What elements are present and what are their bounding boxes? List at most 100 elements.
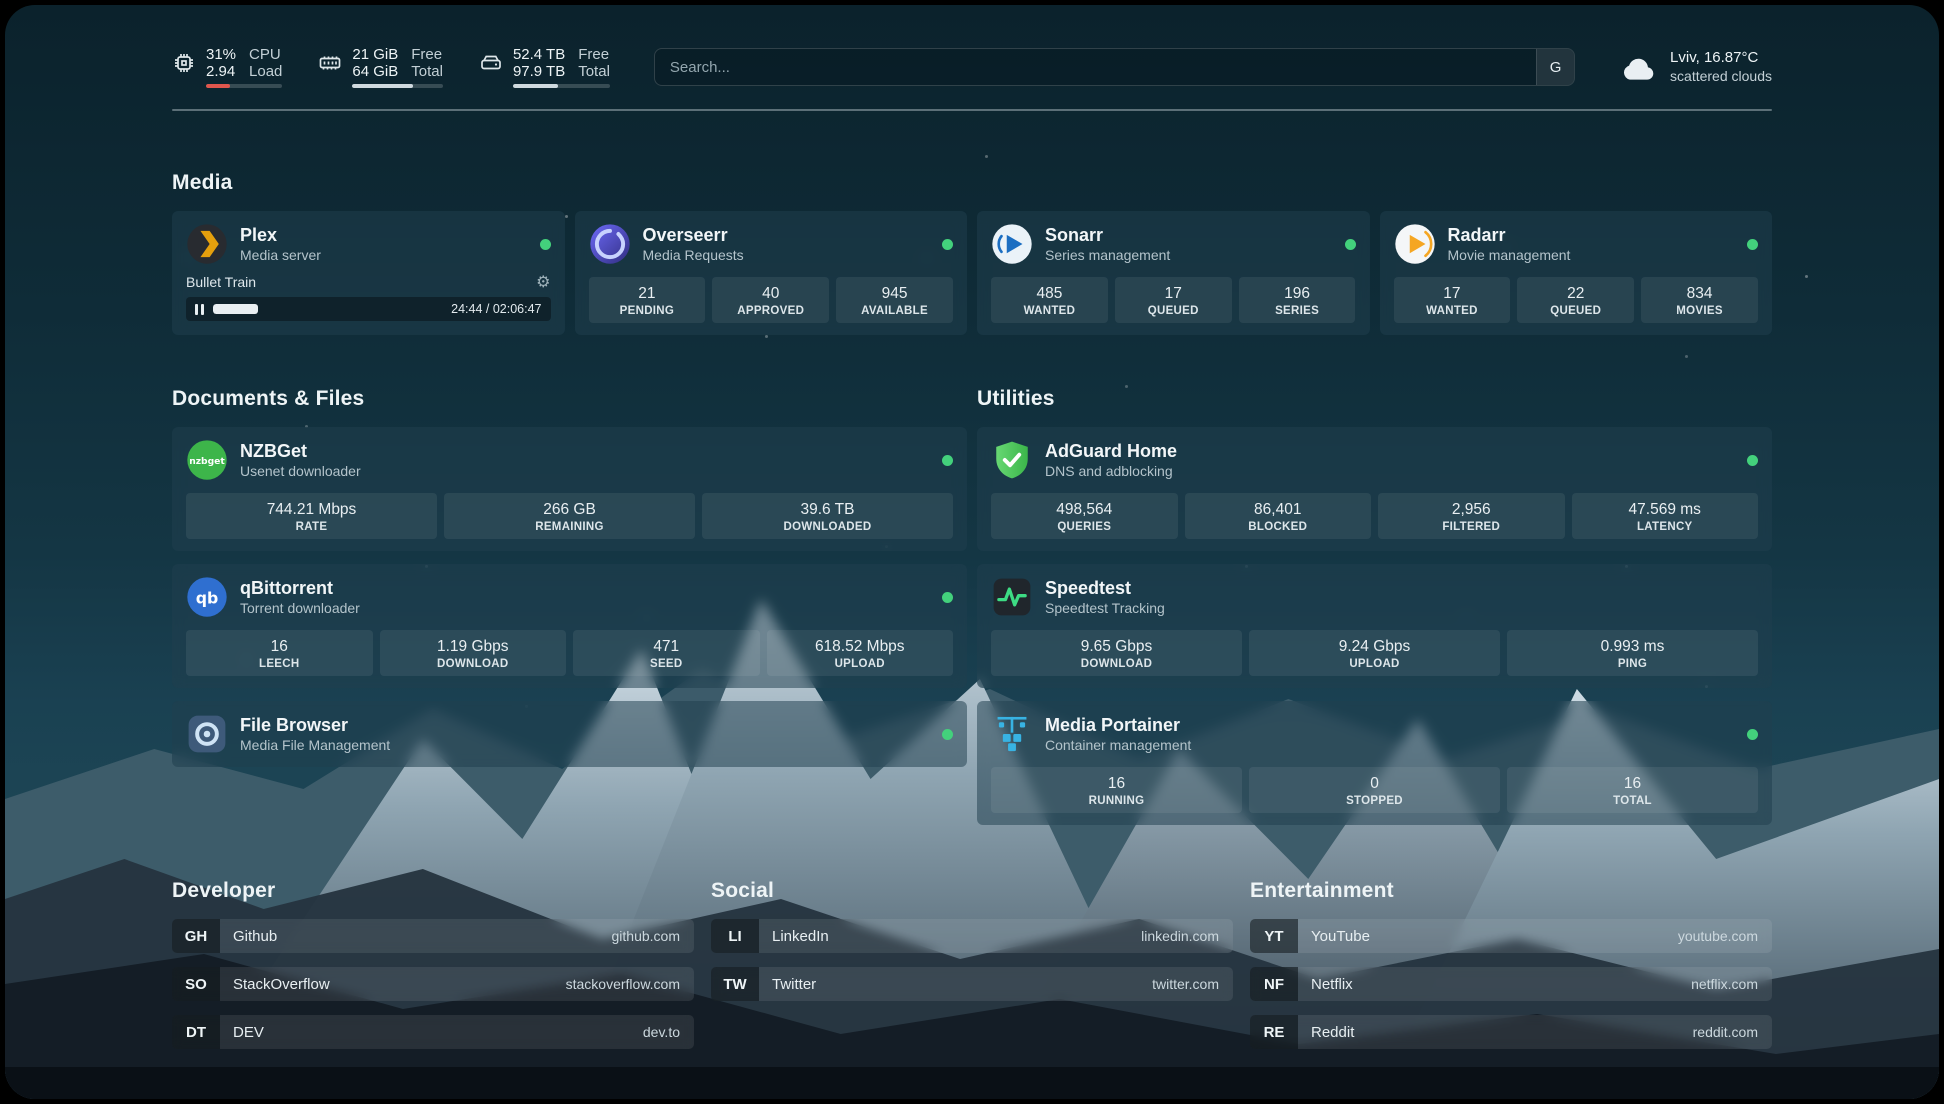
stat-leech: 16 LEECH bbox=[186, 630, 373, 676]
disk-icon bbox=[479, 51, 503, 75]
status-dot bbox=[942, 239, 953, 250]
cpu-widget: 31% CPU 2.94 Load bbox=[172, 46, 282, 88]
service-card-portainer[interactable]: Media Portainer Container management 16 … bbox=[977, 701, 1772, 825]
status-dot bbox=[1747, 729, 1758, 740]
disk-progress-bar bbox=[513, 84, 610, 88]
service-card-filebrowser[interactable]: File Browser Media File Management bbox=[172, 701, 967, 767]
now-playing-progress[interactable]: 24:44 / 02:06:47 bbox=[186, 297, 551, 321]
disk-widget: 52.4 TB Free 97.9 TB Total bbox=[479, 46, 610, 88]
service-card-adguard[interactable]: AdGuard Home DNS and adblocking 498,564 … bbox=[977, 427, 1772, 551]
section-title-documents: Documents & Files bbox=[172, 387, 967, 411]
service-name: Speedtest bbox=[1045, 577, 1165, 599]
bookmark-name: YouTube bbox=[1298, 919, 1370, 953]
section-title-media: Media bbox=[172, 171, 1772, 195]
disk-total-value: 97.9 TB bbox=[513, 63, 565, 80]
section-title-social: Social bbox=[711, 879, 1233, 903]
bookmark-url: stackoverflow.com bbox=[566, 967, 694, 1001]
plex-icon bbox=[186, 223, 228, 265]
svg-text:qb: qb bbox=[196, 589, 219, 608]
bookmark-abbr: SO bbox=[172, 967, 220, 1001]
stat-movies: 834 MOVIES bbox=[1641, 277, 1758, 323]
stat-upload: 618.52 Mbps UPLOAD bbox=[767, 630, 954, 676]
cpu-load-label: Load bbox=[249, 63, 282, 80]
service-subtitle: Torrent downloader bbox=[240, 599, 360, 617]
section-utilities: Utilities AdGuard Home DNS and adblockin… bbox=[977, 387, 1772, 825]
memory-free-label: Free bbox=[411, 46, 443, 63]
stat-approved: 40 APPROVED bbox=[712, 277, 829, 323]
bookmark-dev[interactable]: DT DEV dev.to bbox=[172, 1015, 694, 1049]
service-card-nzbget[interactable]: nzbget NZBGet Usenet downloader 744.21 M… bbox=[172, 427, 967, 551]
memory-free-value: 21 GiB bbox=[352, 46, 398, 63]
stat-available: 945 AVAILABLE bbox=[836, 277, 953, 323]
bookmark-abbr: LI bbox=[711, 919, 759, 953]
svg-text:nzbget: nzbget bbox=[189, 456, 225, 467]
status-dot bbox=[1345, 239, 1356, 250]
bookmark-url: reddit.com bbox=[1693, 1015, 1772, 1049]
search-input[interactable] bbox=[655, 49, 1536, 85]
service-subtitle: Series management bbox=[1045, 246, 1170, 264]
service-name: NZBGet bbox=[240, 440, 361, 462]
stat-upload: 9.24 Gbps UPLOAD bbox=[1249, 630, 1500, 676]
bookmark-name: StackOverflow bbox=[220, 967, 330, 1001]
bookmark-url: linkedin.com bbox=[1141, 919, 1233, 953]
bookmark-netflix[interactable]: NF Netflix netflix.com bbox=[1250, 967, 1772, 1001]
bookmark-reddit[interactable]: RE Reddit reddit.com bbox=[1250, 1015, 1772, 1049]
bookmark-group-entertainment: Entertainment YT YouTube youtube.com NF … bbox=[1250, 879, 1772, 1049]
bookmark-name: DEV bbox=[220, 1015, 264, 1049]
stat-wanted: 485 WANTED bbox=[991, 277, 1108, 323]
cpu-load-value: 2.94 bbox=[206, 63, 236, 80]
resource-widgets: 31% CPU 2.94 Load bbox=[172, 46, 610, 88]
bookmark-stackoverflow[interactable]: SO StackOverflow stackoverflow.com bbox=[172, 967, 694, 1001]
section-title-utilities: Utilities bbox=[977, 387, 1772, 411]
service-subtitle: Media Requests bbox=[643, 246, 744, 264]
service-name: Radarr bbox=[1448, 224, 1571, 246]
cpu-progress-bar bbox=[206, 84, 282, 88]
bookmark-group-social: Social LI LinkedIn linkedin.com TW Twitt… bbox=[711, 879, 1233, 1049]
service-subtitle: Media File Management bbox=[240, 736, 390, 754]
bookmark-youtube[interactable]: YT YouTube youtube.com bbox=[1250, 919, 1772, 953]
stat-wanted: 17 WANTED bbox=[1394, 277, 1511, 323]
service-card-plex[interactable]: Plex Media server Bullet Train ⚙ 24:44 /… bbox=[172, 211, 565, 335]
search-provider-button[interactable]: G bbox=[1536, 49, 1574, 85]
bookmark-url: dev.to bbox=[643, 1015, 694, 1049]
section-documents: Documents & Files nzbget NZBGet Usenet d… bbox=[172, 387, 967, 767]
search-bar: G bbox=[654, 48, 1575, 86]
stat-pending: 21 PENDING bbox=[589, 277, 706, 323]
cpu-icon bbox=[172, 51, 196, 75]
nzbget-icon: nzbget bbox=[186, 439, 228, 481]
bookmark-github[interactable]: GH Github github.com bbox=[172, 919, 694, 953]
settings-gear-icon[interactable]: ⚙ bbox=[536, 274, 550, 290]
overseerr-icon bbox=[589, 223, 631, 265]
bookmark-abbr: RE bbox=[1250, 1015, 1298, 1049]
bookmark-name: LinkedIn bbox=[759, 919, 829, 953]
sonarr-icon bbox=[991, 223, 1033, 265]
stat-latency: 47.569 ms LATENCY bbox=[1572, 493, 1759, 539]
pause-icon[interactable] bbox=[195, 304, 204, 315]
stat-remaining: 266 GB REMAINING bbox=[444, 493, 695, 539]
memory-widget: 21 GiB Free 64 GiB Total bbox=[318, 46, 443, 88]
memory-total-value: 64 GiB bbox=[352, 63, 398, 80]
bookmark-group-developer: Developer GH Github github.com SO StackO… bbox=[172, 879, 694, 1049]
stat-running: 16 RUNNING bbox=[991, 767, 1242, 813]
bookmark-twitter[interactable]: TW Twitter twitter.com bbox=[711, 967, 1233, 1001]
service-card-speedtest[interactable]: Speedtest Speedtest Tracking 9.65 Gbps D… bbox=[977, 564, 1772, 688]
status-dot bbox=[942, 592, 953, 603]
bookmark-linkedin[interactable]: LI LinkedIn linkedin.com bbox=[711, 919, 1233, 953]
bookmark-name: Netflix bbox=[1298, 967, 1353, 1001]
bookmark-abbr: NF bbox=[1250, 967, 1298, 1001]
service-card-sonarr[interactable]: Sonarr Series management 485 WANTED 17 Q… bbox=[977, 211, 1370, 335]
status-dot bbox=[1747, 455, 1758, 466]
bookmark-abbr: TW bbox=[711, 967, 759, 1001]
service-subtitle: Usenet downloader bbox=[240, 462, 361, 480]
service-subtitle: DNS and adblocking bbox=[1045, 462, 1177, 480]
service-card-radarr[interactable]: Radarr Movie management 17 WANTED 22 QUE… bbox=[1380, 211, 1773, 335]
service-card-qbittorrent[interactable]: qb qBittorrent Torrent downloader 16 bbox=[172, 564, 967, 688]
status-dot bbox=[540, 239, 551, 250]
service-name: File Browser bbox=[240, 714, 390, 736]
bookmark-url: youtube.com bbox=[1678, 919, 1772, 953]
service-card-overseerr[interactable]: Overseerr Media Requests 21 PENDING 40 A… bbox=[575, 211, 968, 335]
stat-seed: 471 SEED bbox=[573, 630, 760, 676]
cpu-usage-value: 31% bbox=[206, 46, 236, 63]
bookmark-name: Reddit bbox=[1298, 1015, 1354, 1049]
dashboard-page: 31% CPU 2.94 Load bbox=[5, 5, 1939, 1099]
